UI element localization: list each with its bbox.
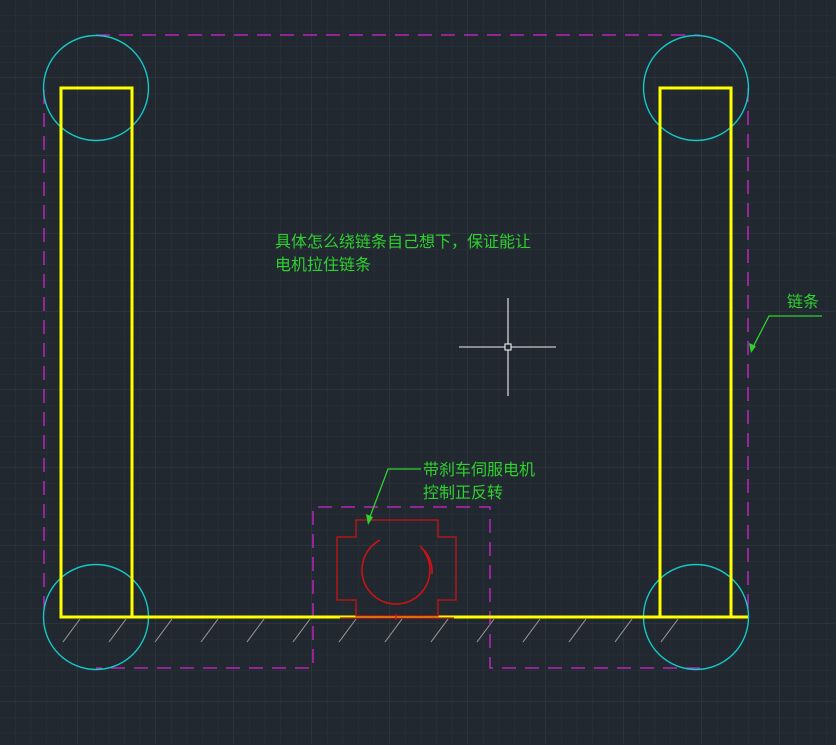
main-note: 具体怎么绕链条自己想下，保证能让 电机拉住链条 — [275, 230, 531, 276]
motor-note-line1: 带刹车伺服电机 — [423, 460, 536, 479]
motor-note-line2: 控制正反转 — [423, 483, 504, 502]
motor-note: 带刹车伺服电机 控制正反转 — [423, 458, 535, 504]
grid — [0, 0, 836, 745]
main-note-line1: 具体怎么绕链条自己想下，保证能让 — [275, 232, 532, 251]
cad-drawing-canvas[interactable] — [0, 0, 836, 745]
main-note-line2: 电机拉住链条 — [275, 255, 372, 274]
chain-label: 链条 — [787, 292, 820, 311]
